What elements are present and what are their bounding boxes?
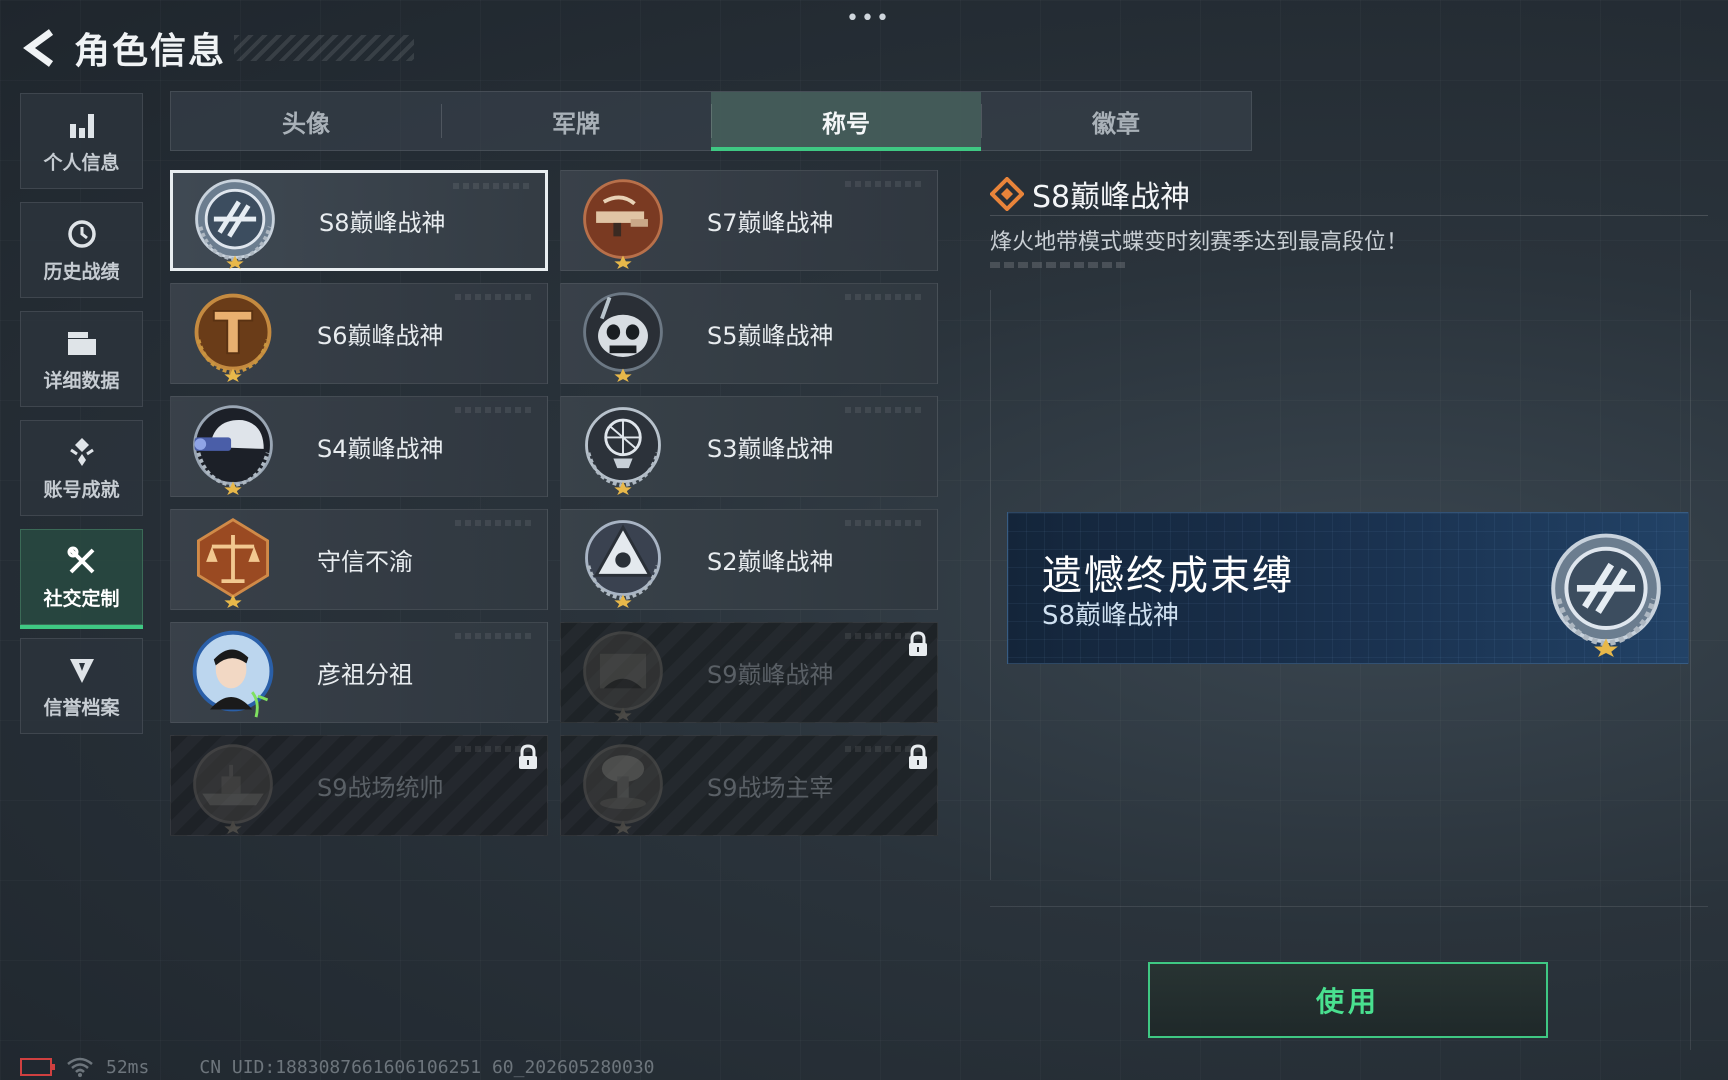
sidebar-item-personal-info[interactable]: 个人信息 <box>20 93 143 189</box>
title-name: S4巅峰战神 <box>317 435 444 463</box>
lock-icon <box>909 631 927 656</box>
page-title: 角色信息 <box>74 31 227 72</box>
title-name: S2巅峰战神 <box>707 548 834 576</box>
title-card-s7[interactable]: S7巅峰战神 <box>560 170 938 271</box>
sidebar-item-label: 个人信息 <box>43 151 120 174</box>
lock-icon <box>519 744 537 769</box>
title-decoration <box>234 35 415 61</box>
use-button[interactable]: 使用 <box>1148 962 1548 1038</box>
title-card-s3[interactable]: S3巅峰战神 <box>560 396 938 497</box>
sidebar-item-label: 账号成就 <box>43 478 120 501</box>
preview-subtitle: S8巅峰战神 <box>1042 601 1180 631</box>
s2-badge-icon <box>585 519 661 608</box>
tab-badge[interactable]: 徽章 <box>981 92 1251 150</box>
sidebar: 个人信息 历史战绩 详细数据 账号成就 社交定制 信誉档案 <box>20 93 143 747</box>
ping-value: 52ms <box>106 1056 150 1078</box>
title-preview-banner: 遗憾终成束缚 S8巅峰战神 <box>1007 512 1689 664</box>
sidebar-item-label: 历史战绩 <box>43 260 120 283</box>
sidebar-item-social-custom[interactable]: 社交定制 <box>20 529 143 629</box>
scales-badge-icon <box>197 517 269 608</box>
s5-badge-icon <box>583 291 663 382</box>
divider <box>990 215 1708 216</box>
detail-header: S8巅峰战神 <box>990 172 1190 216</box>
tools-icon <box>65 544 99 578</box>
s9-badge-icon <box>583 630 663 721</box>
folder-icon <box>65 326 99 360</box>
title-card-s5[interactable]: S5巅峰战神 <box>560 283 938 384</box>
header: 角色信息 <box>20 18 415 78</box>
sidebar-item-reputation[interactable]: 信誉档案 <box>20 638 143 734</box>
title-name: S6巅峰战神 <box>317 322 444 350</box>
sidebar-item-achievements[interactable]: 账号成就 <box>20 420 143 516</box>
title-name: 守信不渝 <box>317 548 413 576</box>
title-card-trustworthy[interactable]: 守信不渝 <box>170 509 548 610</box>
detail-title: S8巅峰战神 <box>1032 180 1191 215</box>
s7-badge-icon <box>583 178 663 269</box>
tab-dog-tag[interactable]: 军牌 <box>441 92 711 150</box>
title-card-yanzu[interactable]: 彦祖分祖 <box>170 622 548 723</box>
mushroom-cloud-badge-icon <box>583 743 663 834</box>
title-card-s9-dominator[interactable]: S9战场主宰 <box>560 735 938 836</box>
wifi-icon <box>67 1057 93 1077</box>
title-name: S7巅峰战神 <box>707 209 834 237</box>
tab-bar: 头像 军牌 称号 徽章 <box>170 91 1252 151</box>
portrait-badge-icon <box>192 630 274 718</box>
title-grid: S8巅峰战神 S7巅峰战神 S6巅峰战神 S5巅峰战神 S4巅峰战神 S3巅峰战… <box>170 170 938 836</box>
status-footer: 52ms CN UID:1883087661606106251 60_20260… <box>20 1056 655 1078</box>
title-name: S9巅峰战神 <box>707 661 834 689</box>
s3-badge-icon <box>585 406 661 495</box>
achievement-icon <box>65 435 99 469</box>
tab-avatar[interactable]: 头像 <box>171 92 441 150</box>
title-card-s6[interactable]: S6巅峰战神 <box>170 283 548 384</box>
diamond-icon <box>990 177 1024 211</box>
sidebar-item-label: 信誉档案 <box>43 696 120 719</box>
title-card-s8[interactable]: S8巅峰战神 <box>170 170 548 271</box>
detail-description: 烽火地带模式蝶变时刻赛季达到最高段位！ <box>990 230 1409 255</box>
title-card-s9-commander[interactable]: S9战场统帅 <box>170 735 548 836</box>
title-name: S5巅峰战神 <box>707 322 834 350</box>
description-decoration <box>990 262 1125 268</box>
frame-line <box>990 290 991 880</box>
lock-icon <box>909 744 927 769</box>
bar-chart-icon <box>65 108 99 142</box>
sidebar-item-label: 社交定制 <box>43 587 120 610</box>
preview-title: 遗憾终成束缚 <box>1042 553 1294 599</box>
title-card-s2[interactable]: S2巅峰战神 <box>560 509 938 610</box>
title-name: 彦祖分祖 <box>317 661 413 689</box>
frame-line <box>1690 290 1691 1050</box>
title-card-s4[interactable]: S4巅峰战神 <box>170 396 548 497</box>
title-name: S8巅峰战神 <box>319 209 446 237</box>
sidebar-item-details[interactable]: 详细数据 <box>20 311 143 407</box>
s8-badge-icon <box>195 178 275 269</box>
s4-badge-icon <box>193 404 273 495</box>
sidebar-item-label: 详细数据 <box>43 369 120 392</box>
history-icon <box>65 217 99 251</box>
tab-title[interactable]: 称号 <box>711 92 981 151</box>
title-name: S9战场主宰 <box>707 774 834 802</box>
frame-line <box>990 906 1708 907</box>
more-options-icon[interactable]: ••• <box>846 6 891 31</box>
battery-icon <box>20 1058 55 1076</box>
title-name: S9战场统帅 <box>317 774 444 802</box>
back-button[interactable] <box>20 23 60 73</box>
sidebar-item-history[interactable]: 历史战绩 <box>20 202 143 298</box>
warship-badge-icon <box>193 743 273 834</box>
shield-icon <box>65 653 99 687</box>
title-card-s9[interactable]: S9巅峰战神 <box>560 622 938 723</box>
s6-badge-icon <box>194 293 272 382</box>
s8-badge-icon <box>1551 533 1661 657</box>
back-arrow-icon <box>23 29 54 67</box>
uid-text: CN UID:1883087661606106251 60_2026052800… <box>199 1056 655 1078</box>
title-name: S3巅峰战神 <box>707 435 834 463</box>
